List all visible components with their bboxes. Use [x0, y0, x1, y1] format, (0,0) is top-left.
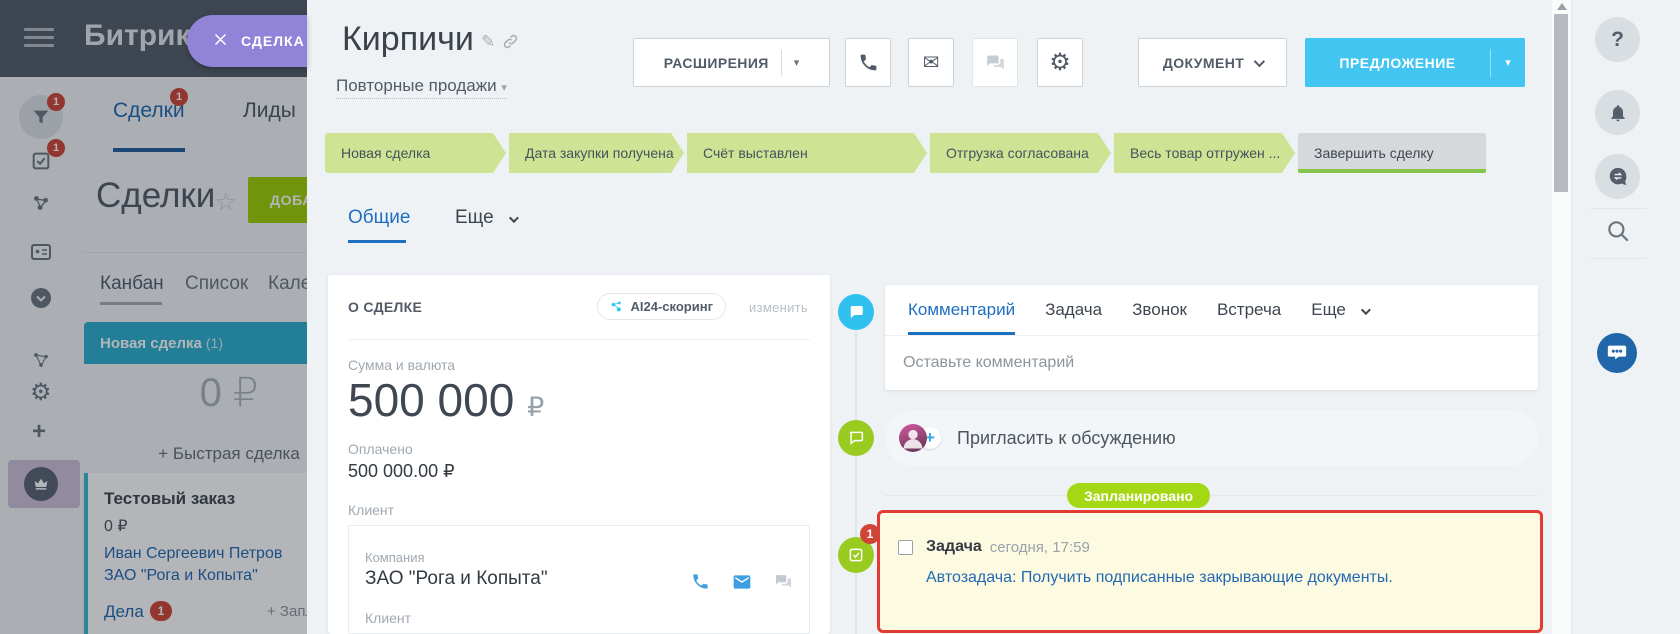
discussion-icon	[838, 420, 874, 456]
invite-to-discussion[interactable]: + Пригласить к обсуждению	[885, 410, 1538, 466]
stage-item[interactable]: Весь товар отгружен ...	[1114, 133, 1295, 173]
divider	[781, 50, 782, 76]
stage-item[interactable]: Отгрузка согласована	[930, 133, 1111, 173]
company-name-link[interactable]: ЗАО "Рога и Копыта"	[365, 568, 548, 590]
copy-link-icon[interactable]	[502, 33, 519, 55]
entity-chip-label: СДЕЛКА	[241, 33, 305, 49]
task-label: Задача	[926, 538, 982, 556]
stage-progress-bar	[1298, 169, 1486, 173]
task-link[interactable]: Автозадача: Получить подписанные закрыва…	[880, 556, 1540, 587]
tab-general[interactable]: Общие	[348, 207, 410, 229]
avatar	[899, 424, 927, 452]
task-checkbox[interactable]	[898, 540, 913, 555]
chevron-down-icon	[501, 81, 507, 94]
tab-more[interactable]: Еще	[1311, 300, 1367, 320]
task-time: сегодня, 17:59	[990, 539, 1090, 556]
extensions-button[interactable]: РАСШИРЕНИЯ	[633, 38, 830, 87]
client-label: Клиент	[348, 502, 394, 518]
email-icon[interactable]	[732, 572, 752, 597]
entity-chip[interactable]: СДЕЛКА	[187, 15, 307, 67]
about-deal-card: О СДЕЛКЕ AI24-скоринг изменить Сумма и в…	[328, 275, 830, 634]
notifications-button[interactable]	[1595, 90, 1640, 135]
invite-label: Пригласить к обсуждению	[957, 428, 1176, 449]
divider	[1590, 208, 1646, 209]
email-button[interactable]	[908, 38, 954, 87]
divider	[348, 339, 810, 340]
group-icon	[1606, 342, 1628, 364]
chevron-down-icon	[1254, 55, 1265, 66]
chevron-down-icon[interactable]	[1491, 56, 1525, 69]
ai-scoring-badge[interactable]: AI24-скоринг	[597, 293, 727, 320]
stage-item[interactable]: Дата закупки получена	[509, 133, 684, 173]
bitrix24-deal-screen: Битрикс24 1 1 Сделки 1	[0, 0, 1680, 634]
phone-icon[interactable]	[691, 572, 710, 597]
close-icon[interactable]	[213, 32, 228, 50]
slider-dim-overlay[interactable]	[0, 0, 307, 634]
stage-item[interactable]: Новая сделка	[325, 133, 506, 173]
chevron-down-icon	[1361, 305, 1371, 315]
right-toolbar: ?	[1571, 0, 1680, 634]
deal-title[interactable]: Кирпичи	[342, 20, 474, 59]
divider	[1590, 258, 1646, 259]
currency-symbol: ₽	[527, 392, 544, 422]
ai-dots-icon	[610, 300, 624, 314]
amount-value[interactable]: 500 000 ₽	[348, 373, 544, 427]
comment-input[interactable]: Оставьте комментарий	[885, 336, 1538, 372]
stage-item[interactable]: Счёт выставлен	[687, 133, 927, 173]
slider-scrollbar[interactable]	[1552, 0, 1571, 634]
planned-badge: Запланировано	[1067, 483, 1210, 508]
timeline-tabs: Комментарий Задача Звонок Встреча Еще	[885, 285, 1538, 336]
chevron-down-icon	[794, 56, 800, 69]
timeline-connector	[855, 330, 857, 634]
tab-comment[interactable]: Комментарий	[908, 300, 1015, 320]
pipeline-selector[interactable]: Повторные продажи	[336, 76, 507, 99]
call-button[interactable]	[845, 38, 891, 87]
edit-title-icon[interactable]	[481, 32, 495, 52]
tab-meeting[interactable]: Встреча	[1217, 300, 1281, 320]
chat-button[interactable]	[972, 38, 1018, 87]
group-chat-avatar[interactable]	[1597, 333, 1637, 373]
settings-button[interactable]	[1037, 38, 1083, 87]
edit-link[interactable]: изменить	[749, 300, 808, 315]
company-label: Компания	[365, 550, 425, 565]
company-actions	[669, 572, 793, 597]
tab-task[interactable]: Задача	[1045, 300, 1102, 320]
search-button[interactable]	[1605, 218, 1631, 249]
search-icon	[1605, 218, 1631, 244]
task-stream-badge: 1	[860, 524, 880, 544]
task-stream-icon: 1	[838, 537, 874, 573]
chat-icon[interactable]	[774, 572, 793, 597]
bell-icon	[1608, 103, 1628, 123]
help-button[interactable]: ?	[1595, 17, 1640, 62]
tab-general-underline	[348, 240, 406, 243]
task-timeline-card[interactable]: Задача сегодня, 17:59 Автозадача: Получи…	[877, 510, 1543, 633]
amount-label: Сумма и валюта	[348, 357, 455, 373]
document-button[interactable]: ДОКУМЕНТ	[1138, 38, 1287, 87]
paid-value: 500 000.00 ₽	[348, 461, 455, 482]
chevron-down-icon	[509, 213, 519, 223]
messenger-button[interactable]	[1595, 154, 1640, 199]
tab-more[interactable]: Еще	[455, 207, 516, 229]
client-box: Компания ЗАО "Рога и Копыта" Клиент	[348, 525, 810, 634]
comment-stream-icon	[838, 294, 874, 330]
paid-label: Оплачено	[348, 441, 413, 457]
tab-call[interactable]: Звонок	[1132, 300, 1187, 320]
stage-item-final[interactable]: Завершить сделку	[1298, 133, 1486, 173]
messenger-icon	[1607, 166, 1629, 188]
comment-editor-card: Комментарий Задача Звонок Встреча Еще Ос…	[885, 285, 1538, 390]
divider	[885, 495, 1538, 496]
deal-stage-bar: Новая сделка Дата закупки получена Счёт …	[325, 133, 1486, 173]
scrollbar-thumb[interactable]	[1554, 14, 1568, 192]
proposal-button[interactable]: ПРЕДЛОЖЕНИЕ	[1305, 38, 1525, 87]
scroll-up-icon[interactable]	[1557, 3, 1567, 10]
about-header: О СДЕЛКЕ	[348, 299, 422, 315]
client-label-2: Клиент	[365, 610, 411, 626]
